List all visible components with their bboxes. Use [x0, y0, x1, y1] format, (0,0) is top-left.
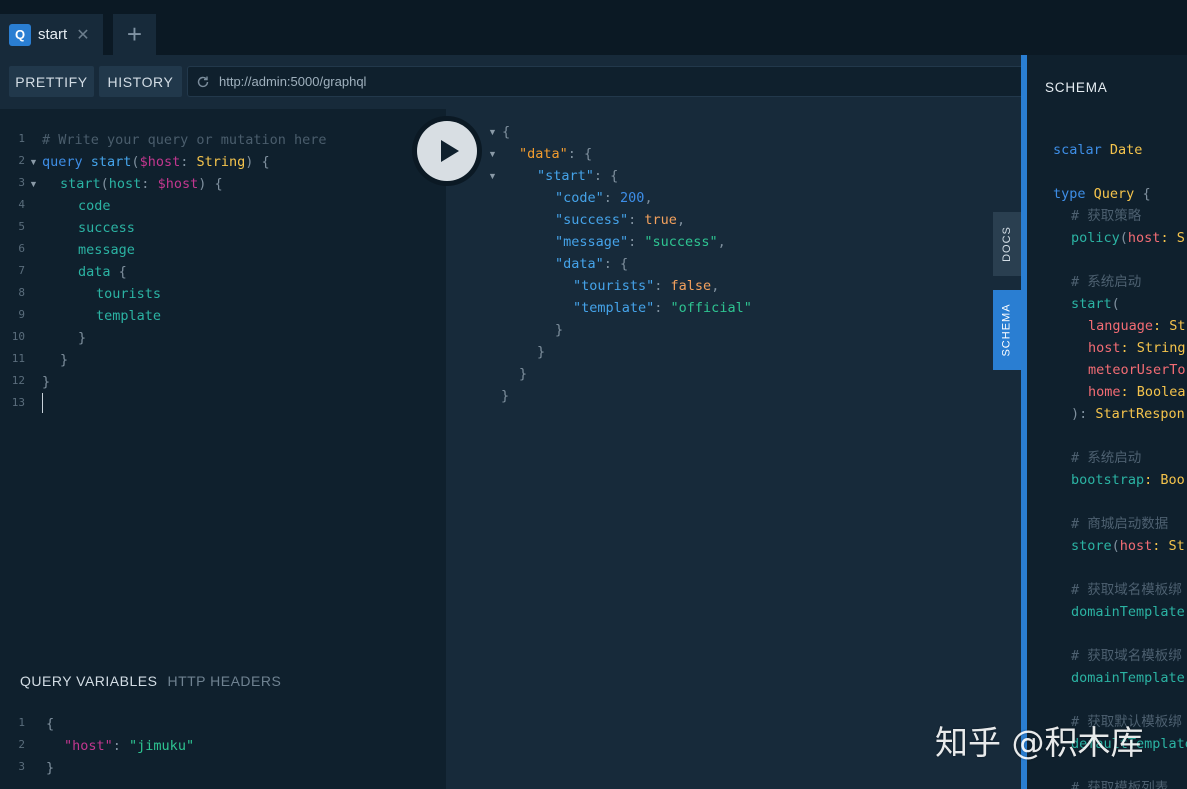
code-line: }	[60, 352, 69, 368]
prettify-button[interactable]: PRETTIFY	[9, 66, 94, 97]
query-badge-icon: Q	[9, 23, 31, 46]
code-line: success	[78, 220, 135, 236]
code-line: "success": true,	[555, 212, 686, 228]
code-line[interactable]: {	[46, 713, 54, 735]
tab-bar: Q start ✕ +	[0, 0, 1187, 55]
docs-tab[interactable]: DOCS	[993, 212, 1021, 276]
code-line: code	[78, 198, 111, 214]
code-line: "data": {	[519, 146, 593, 162]
schema-line: scalar Date	[1053, 142, 1143, 158]
tab-http-headers[interactable]: HTTP HEADERS	[167, 673, 281, 689]
schema-line: home: Boolea	[1088, 384, 1186, 400]
line-number: 6	[18, 242, 25, 255]
variables-header: QUERY VARIABLES HTTP HEADERS	[0, 660, 446, 702]
schema-line: # 系统启动	[1071, 274, 1142, 290]
line-number: 2	[18, 154, 25, 167]
code-line: # Write your query or mutation here	[42, 132, 327, 148]
line-number: 10	[11, 330, 25, 343]
endpoint-url[interactable]: http://admin:5000/graphql	[219, 74, 366, 89]
line-number: 1	[18, 132, 25, 145]
play-icon[interactable]	[417, 121, 477, 181]
code-line: message	[78, 242, 135, 258]
fold-arrow-icon[interactable]: ▼	[29, 151, 38, 173]
refresh-icon[interactable]	[196, 75, 210, 89]
schema-line: store(host: St	[1071, 538, 1185, 554]
close-icon[interactable]: ✕	[76, 25, 89, 45]
line-number: 8	[18, 286, 25, 299]
code-line: }	[555, 322, 564, 338]
code-line: }	[537, 344, 546, 360]
code-line: "template": "official"	[573, 300, 752, 316]
schema-line: meteorUserTo	[1088, 362, 1186, 378]
add-tab-button[interactable]: +	[113, 14, 156, 55]
line-number: 4	[18, 198, 25, 211]
fold-arrow-icon[interactable]: ▼	[488, 121, 497, 143]
code-line: data {	[78, 264, 127, 280]
code-line: tourists	[96, 286, 162, 302]
line-number: 5	[18, 220, 25, 233]
tab-start[interactable]: Q start ✕	[0, 14, 103, 55]
line-number: 2	[18, 738, 25, 751]
line-number: 11	[11, 352, 25, 365]
schema-line: start(	[1071, 296, 1120, 312]
code-line: }	[519, 366, 528, 382]
line-number: 3	[18, 176, 25, 189]
code-line[interactable]: "host": "jimuku"	[64, 735, 194, 757]
schema-line: # 商城启动数据	[1071, 516, 1169, 532]
schema-panel: SCHEMA scalar Date type Query { # 获取策略 poli…	[1027, 55, 1187, 789]
code-line: }	[78, 330, 87, 346]
variables-panel: QUERY VARIABLES HTTP HEADERS 1 2 3 { "ho…	[0, 660, 446, 789]
schema-line: # 获取域名模板绑	[1071, 648, 1182, 664]
schema-line: ): StartRespon	[1071, 406, 1185, 422]
code-line: "message": "success",	[555, 234, 726, 250]
tab-query-variables[interactable]: QUERY VARIABLES	[20, 673, 157, 689]
code-line: start(host: $host) {	[60, 176, 223, 192]
schema-tab[interactable]: SCHEMA	[993, 290, 1021, 370]
code-line: }	[42, 374, 51, 390]
result-panel: ▼ ▼ ▼ { "data": { "start": { "code": 200…	[446, 109, 1021, 789]
code-line: template	[96, 308, 162, 324]
schema-line: language: St	[1088, 318, 1186, 334]
code-line: "start": {	[537, 168, 619, 184]
line-number: 9	[18, 308, 25, 321]
code-line: }	[501, 388, 510, 404]
schema-line: domainTemplate	[1071, 670, 1185, 686]
schema-line: host: String	[1088, 340, 1186, 356]
query-editor[interactable]: 1 2 3 4 5 6 7 8 9 10 11 12 13 ▼ ▼ # Writ…	[0, 109, 446, 660]
fold-arrow-icon[interactable]: ▼	[29, 173, 38, 195]
schema-line: bootstrap: Boo	[1071, 472, 1185, 488]
toolbar: PRETTIFY HISTORY http://admin:5000/graph…	[0, 55, 1021, 109]
code-line: "code": 200,	[555, 190, 653, 206]
history-button[interactable]: HISTORY	[99, 66, 182, 97]
line-number: 12	[11, 374, 25, 387]
code-line: query start($host: String) {	[42, 154, 270, 170]
code-line: "data": {	[555, 256, 629, 272]
schema-title: SCHEMA	[1045, 80, 1108, 95]
schema-line: type Query {	[1053, 186, 1151, 202]
code-line[interactable]: }	[46, 757, 54, 779]
endpoint-url-bar[interactable]: http://admin:5000/graphql	[187, 66, 1021, 97]
text-cursor	[42, 393, 43, 413]
run-query-button[interactable]	[412, 116, 482, 186]
schema-line: # 系统启动	[1071, 450, 1142, 466]
line-number: 1	[18, 716, 25, 729]
schema-line: policy(host: S	[1071, 230, 1185, 246]
schema-line: domainTemplate	[1071, 604, 1185, 620]
line-number: 3	[18, 760, 25, 773]
code-line: {	[502, 124, 511, 140]
tab-label: start	[38, 26, 68, 43]
code-line: "tourists": false,	[573, 278, 720, 294]
watermark: 知乎 @积木库	[935, 723, 1144, 762]
fold-arrow-icon[interactable]: ▼	[488, 165, 497, 187]
schema-line: # 获取策略	[1071, 208, 1142, 224]
schema-line: # 获取域名模板绑	[1071, 582, 1182, 598]
line-number: 13	[11, 396, 25, 409]
line-number: 7	[18, 264, 25, 277]
schema-line: # 获取模板列表	[1071, 780, 1169, 789]
fold-arrow-icon[interactable]: ▼	[488, 143, 497, 165]
